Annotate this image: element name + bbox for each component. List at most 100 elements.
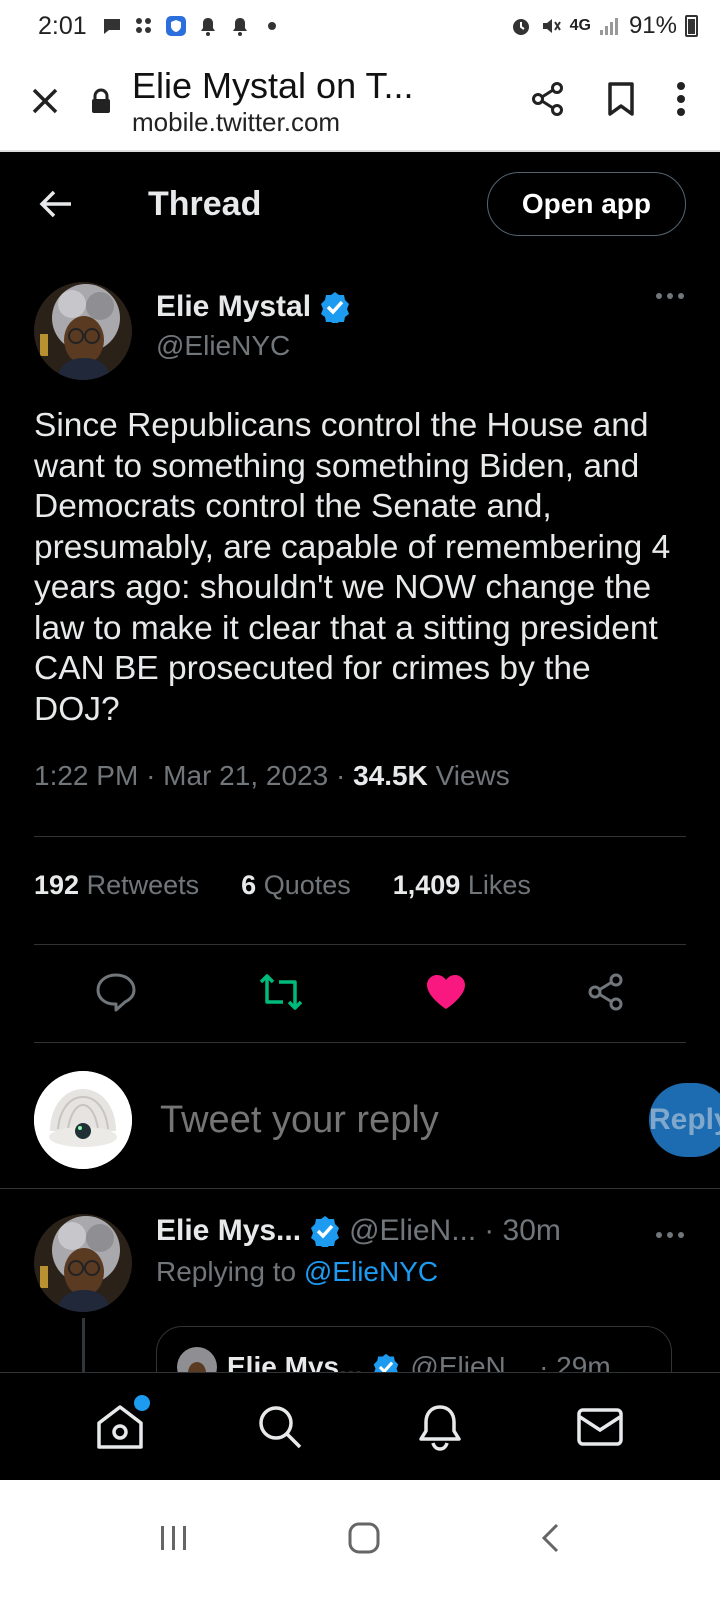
mail-icon: [577, 1407, 623, 1446]
back-button[interactable]: [36, 184, 76, 224]
tweet-more-button[interactable]: [654, 288, 686, 382]
address-bar[interactable]: Elie Mystal on T... mobile.twitter.com: [132, 65, 530, 138]
browser-menu-button[interactable]: [676, 81, 686, 122]
bookmark-button[interactable]: [606, 81, 636, 122]
signal-icon: [599, 15, 621, 37]
retweets-count: 192: [34, 870, 80, 900]
notification-icons: [101, 15, 283, 37]
page-title: Elie Mystal on T...: [132, 64, 414, 106]
more-horizontal-icon: [656, 293, 684, 299]
more-horizontal-icon: [656, 1232, 684, 1238]
browser-toolbar: Elie Mystal on T... mobile.twitter.com: [0, 52, 720, 152]
tweet-time[interactable]: 1:22 PM: [34, 760, 138, 791]
heart-icon: [426, 974, 465, 1009]
message-icon: [101, 15, 123, 37]
mention-link[interactable]: @ElieNYC: [304, 1256, 438, 1287]
retweet-icon: [260, 973, 303, 1010]
author-name[interactable]: Elie Mystal: [156, 290, 351, 324]
share-button[interactable]: [530, 81, 566, 122]
verified-badge-icon: [321, 292, 350, 323]
notification-dot: [134, 1394, 150, 1411]
bottom-navigation: [0, 1372, 720, 1480]
quotes-count: 6: [241, 870, 257, 900]
tweet-actions: [34, 962, 686, 1026]
tweet-age: · 30m: [484, 1214, 561, 1247]
author-handle[interactable]: @ElieN...: [349, 1214, 476, 1248]
verified-badge-icon: [311, 1216, 340, 1247]
views-count: 34.5K: [353, 760, 428, 791]
recent-apps-button[interactable]: [159, 1524, 189, 1557]
separator-dot: ·: [335, 760, 354, 791]
nav-notifications[interactable]: [412, 1399, 468, 1455]
status-bar: 2:01 4G 91%: [0, 0, 720, 52]
arrow-left-icon: [39, 190, 71, 218]
bell-icon: [419, 1404, 461, 1451]
share-action-button[interactable]: [586, 972, 626, 1017]
thread-connector-line: [82, 1318, 85, 1374]
quotes-label: Quotes: [263, 870, 351, 900]
page-title: Thread: [148, 184, 262, 223]
tweet-header: Elie Mystal @ElieNYC: [34, 282, 686, 382]
nav-home[interactable]: [92, 1394, 150, 1455]
author-handle[interactable]: @ElieNYC: [156, 330, 351, 362]
lock-icon[interactable]: [90, 88, 116, 114]
likes-label: Likes: [467, 870, 531, 900]
nav-search[interactable]: [252, 1399, 308, 1455]
thread-reply-tweet[interactable]: Elie Mys... @ElieN... · 30m Replying to …: [34, 1214, 686, 1406]
avatar[interactable]: [34, 282, 132, 380]
tweet-more-button[interactable]: [654, 1214, 686, 1248]
views-label: Views: [435, 760, 510, 791]
bell-icon: [197, 15, 219, 37]
author-name[interactable]: Elie Mys...: [156, 1214, 301, 1248]
separator-dot: ·: [146, 760, 164, 791]
avatar[interactable]: [34, 1071, 132, 1169]
system-navigation-bar: [0, 1480, 720, 1600]
close-tab-button[interactable]: [0, 87, 90, 115]
divider: [0, 1188, 720, 1189]
bookmark-icon: [608, 81, 634, 116]
share-icon: [532, 81, 563, 116]
status-time: 2:01: [38, 11, 87, 40]
reply-input[interactable]: [160, 1098, 649, 1142]
battery-icon: [685, 15, 698, 37]
recent-apps-icon: [161, 1525, 186, 1550]
retweet-action-button[interactable]: [257, 972, 305, 1017]
retweets-label: Retweets: [86, 870, 200, 900]
network-type: 4G: [569, 17, 591, 34]
reply-icon: [96, 973, 136, 1011]
likes-count: 1,409: [392, 870, 461, 900]
thread-header: Thread Open app: [0, 152, 720, 256]
likes-stat[interactable]: 1,409 Likes: [393, 870, 531, 901]
battery-percent: 91%: [628, 12, 677, 39]
tweet-timestamp: 1:22 PM · Mar 21, 2023 · 34.5K Views: [34, 760, 510, 792]
open-app-button[interactable]: Open app: [486, 172, 686, 236]
app-grid-icon: [133, 15, 155, 37]
divider: [34, 836, 686, 837]
mute-icon: [540, 15, 562, 37]
chevron-left-icon: [541, 1523, 559, 1552]
author-name-text: Elie Mystal: [156, 290, 312, 323]
like-action-button[interactable]: [425, 973, 467, 1016]
home-system-button[interactable]: [347, 1521, 381, 1560]
share-icon: [588, 973, 623, 1010]
avatar[interactable]: [34, 1214, 132, 1312]
search-icon: [259, 1405, 302, 1448]
dot-icon: [261, 15, 283, 37]
retweets-stat[interactable]: 192 Retweets: [34, 870, 199, 901]
quotes-stat[interactable]: 6 Quotes: [241, 870, 351, 901]
close-icon: [32, 88, 58, 114]
tweet-stats: 192 Retweets 6 Quotes 1,409 Likes: [34, 870, 531, 901]
more-vertical-icon: [677, 81, 685, 116]
replying-to-label: Replying to: [156, 1256, 297, 1287]
reply-button[interactable]: Reply: [649, 1083, 720, 1157]
alarm-icon: [510, 15, 532, 37]
back-system-button[interactable]: [539, 1522, 561, 1559]
tweet-date[interactable]: Mar 21, 2023: [163, 760, 328, 791]
tweet-text: Since Republicans control the House and …: [34, 407, 671, 728]
page-url: mobile.twitter.com: [132, 106, 341, 137]
bell-icon: [229, 15, 251, 37]
reply-action-button[interactable]: [94, 971, 138, 1018]
reply-composer: Reply: [34, 1068, 720, 1172]
divider: [34, 1042, 686, 1043]
nav-messages[interactable]: [572, 1399, 628, 1455]
